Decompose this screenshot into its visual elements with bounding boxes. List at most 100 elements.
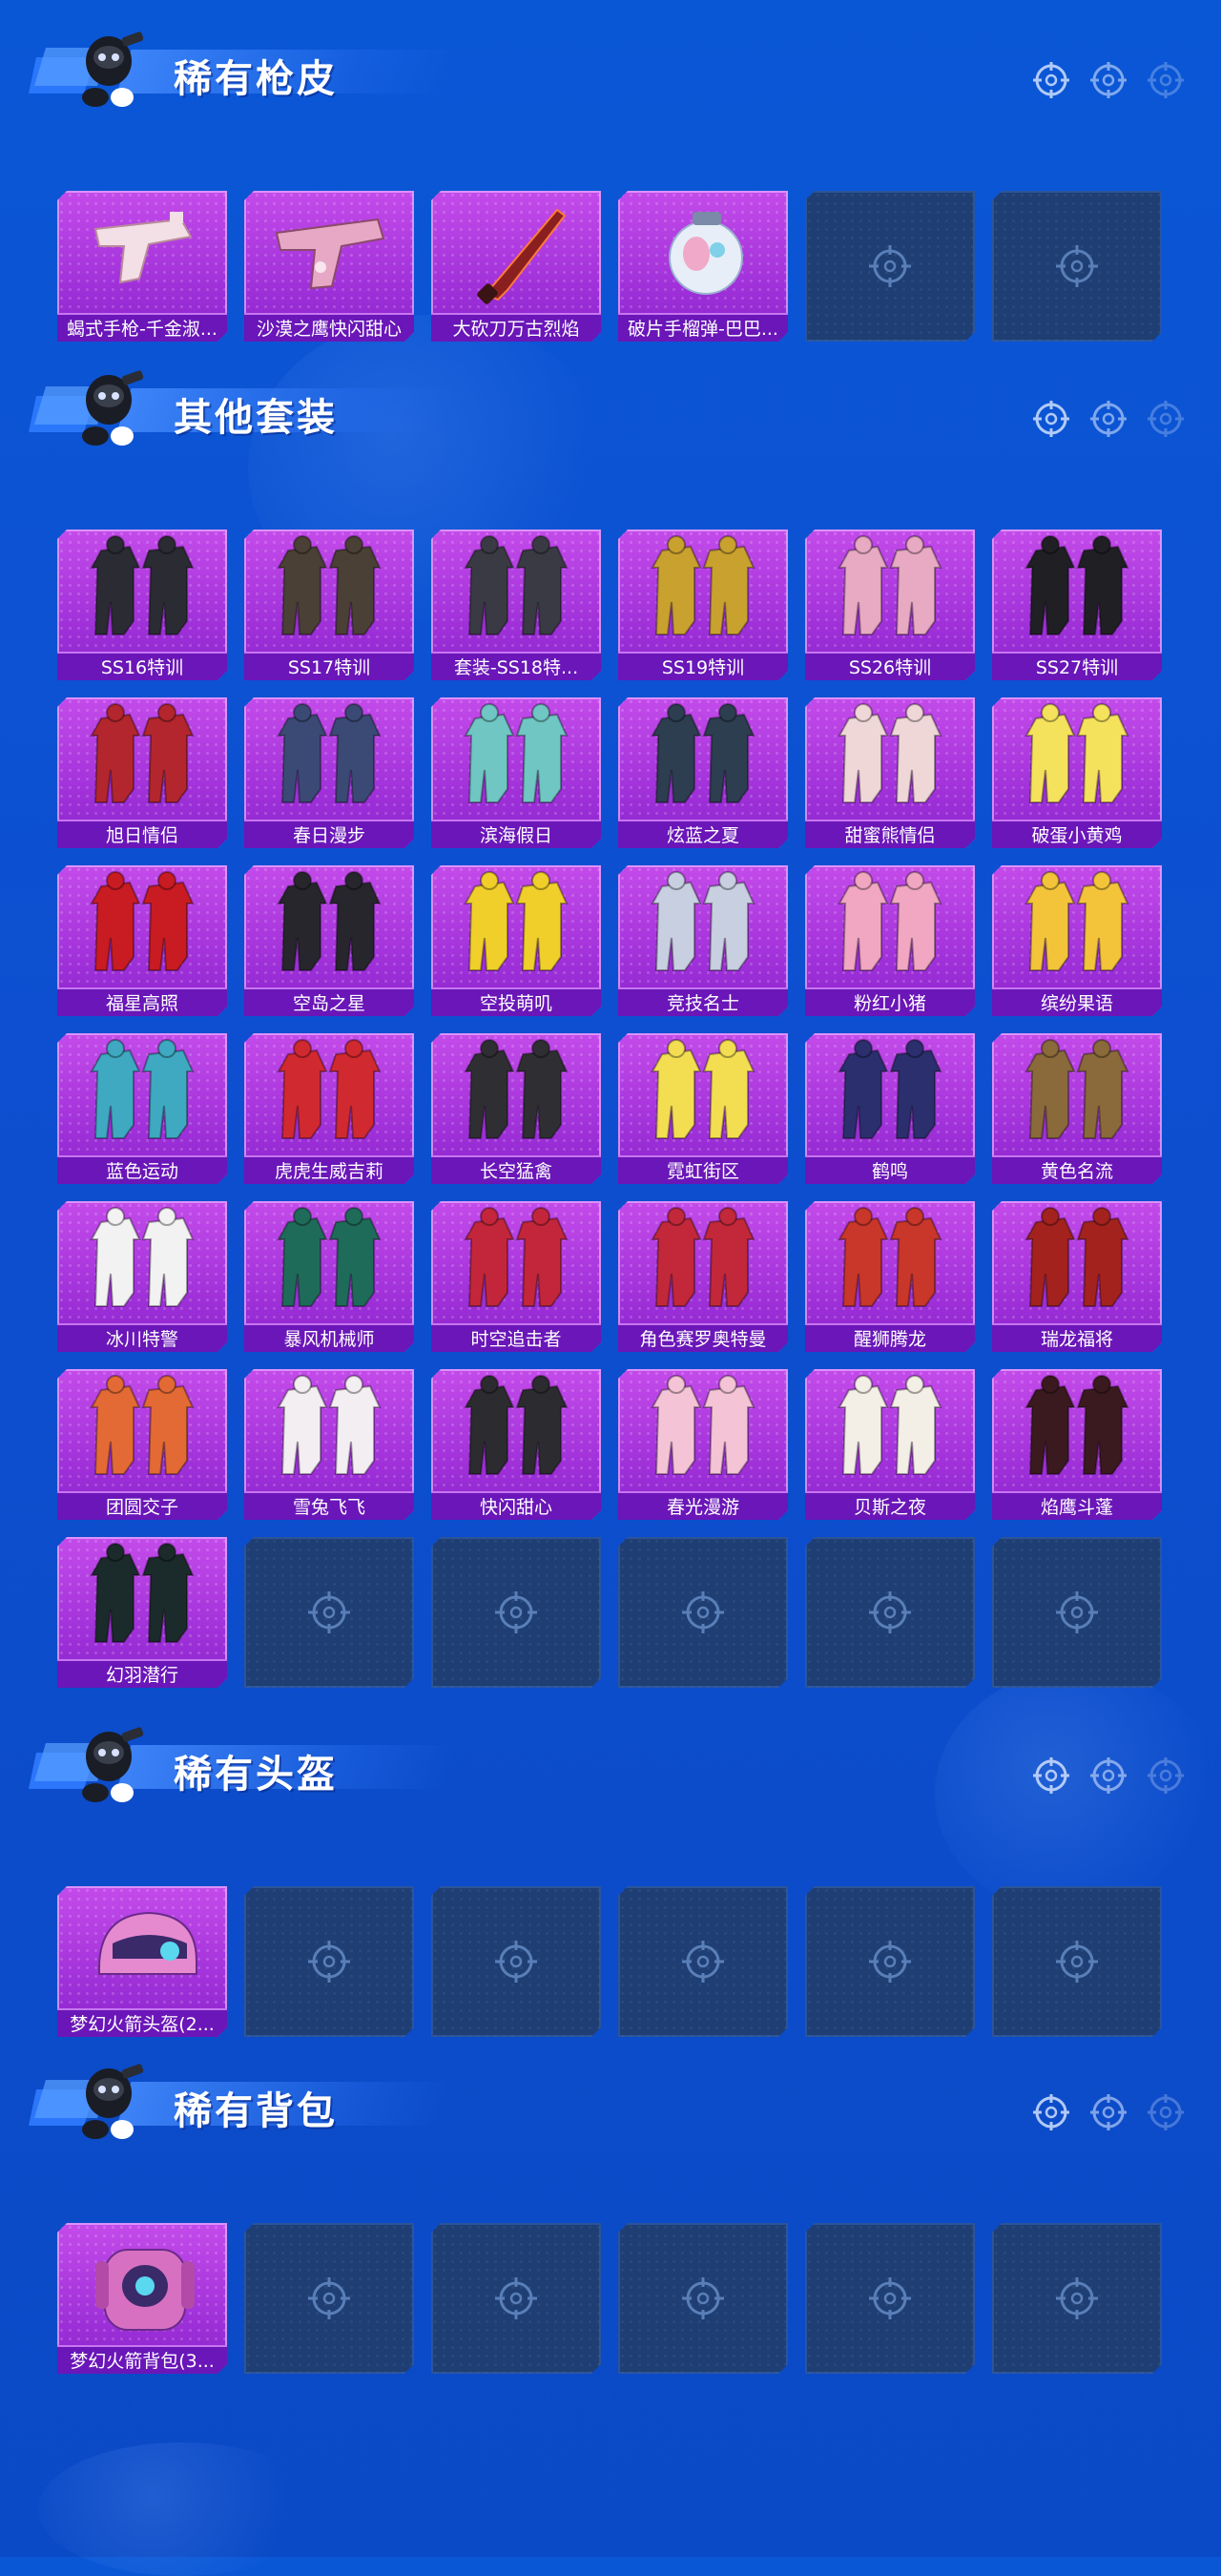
item-card[interactable]: 黄色名流 [992,1033,1162,1184]
item-card[interactable]: 空岛之星 [244,865,414,1016]
outfit-icon [618,1369,788,1489]
crosshair-icon [305,1589,353,1636]
crosshair-icon [679,1938,727,1985]
item-card[interactable]: 缤纷果语 [992,865,1162,1016]
outfit-icon [431,1033,601,1153]
item-label: 大砍刀万古烈焰 [431,313,601,342]
pistol-icon [57,191,227,311]
empty-slot [992,1886,1162,2037]
section-title: 稀有枪皮 [174,57,338,101]
item-card[interactable]: 破片手榴弹-巴巴... [618,191,788,342]
crosshair-icon [1053,1938,1101,1985]
crosshair-icon [1053,242,1101,290]
item-card[interactable]: 蝎式手枪-千金淑... [57,191,227,342]
item-card[interactable]: 醒狮腾龙 [805,1201,975,1352]
item-card[interactable]: 春光漫游 [618,1369,788,1520]
item-card[interactable]: 旭日情侣 [57,697,227,848]
item-card[interactable]: SS16特训 [57,530,227,680]
item-label: SS17特训 [244,652,414,680]
empty-slot [992,191,1162,342]
section-title: 稀有背包 [174,2089,338,2133]
crosshair-icon [1053,1589,1101,1636]
item-card[interactable]: 大砍刀万古烈焰 [431,191,601,342]
item-label: 炫蓝之夏 [618,820,788,848]
section-title: 其他套装 [174,396,338,440]
item-card[interactable]: 角色赛罗奥特曼 [618,1201,788,1352]
crosshair-icon [1053,2275,1101,2322]
item-card[interactable]: 鹤鸣 [805,1033,975,1184]
item-label: 团圆交子 [57,1491,227,1520]
item-card[interactable]: 粉红小猪 [805,865,975,1016]
item-card[interactable]: 长空猛禽 [431,1033,601,1184]
item-card[interactable]: 幻羽潜行 [57,1537,227,1688]
mascot-icon [29,2051,153,2147]
item-card[interactable]: 贝斯之夜 [805,1369,975,1520]
item-card[interactable]: SS17特训 [244,530,414,680]
item-card[interactable]: 梦幻火箭背包(3... [57,2223,227,2374]
mascot-icon [29,1714,153,1810]
outfit-icon [992,1369,1162,1489]
outfit-icon [244,697,414,818]
item-card[interactable]: 梦幻火箭头盔(2... [57,1886,227,2037]
crosshair-decoration-icon [1030,2091,1192,2133]
item-card[interactable]: SS26特训 [805,530,975,680]
outfit-icon [805,1369,975,1489]
item-label: 竞技名士 [618,987,788,1016]
empty-slot [805,1537,975,1688]
item-card[interactable]: 霓虹街区 [618,1033,788,1184]
empty-slot [618,1537,788,1688]
item-card[interactable]: 快闪甜心 [431,1369,601,1520]
item-card[interactable]: 瑞龙福将 [992,1201,1162,1352]
item-label: 长空猛禽 [431,1155,601,1184]
item-card[interactable]: 团圆交子 [57,1369,227,1520]
empty-slot [244,1537,414,1688]
item-label: 虎虎生威吉莉 [244,1155,414,1184]
item-card[interactable]: 冰川特警 [57,1201,227,1352]
item-card[interactable]: 暴风机械师 [244,1201,414,1352]
item-card[interactable]: 炫蓝之夏 [618,697,788,848]
outfit-icon [57,1201,227,1321]
outfit-icon [805,697,975,818]
item-card[interactable]: 雪兔飞飞 [244,1369,414,1520]
item-card[interactable]: 蓝色运动 [57,1033,227,1184]
item-label: 瑞龙福将 [992,1323,1162,1352]
crosshair-icon [492,1938,540,1985]
backpack-icon [57,2223,227,2343]
item-card[interactable]: 滨海假日 [431,697,601,848]
item-label: 福星高照 [57,987,227,1016]
grenade-icon [618,191,788,311]
outfit-icon [431,697,601,818]
outfit-icon [244,1033,414,1153]
item-card[interactable]: SS19特训 [618,530,788,680]
item-label: 霓虹街区 [618,1155,788,1184]
item-card[interactable]: 春日漫步 [244,697,414,848]
outfit-icon [618,697,788,818]
crosshair-icon [679,2275,727,2322]
item-card[interactable]: 甜蜜熊情侣 [805,697,975,848]
item-label: 暴风机械师 [244,1323,414,1352]
item-label: 破片手榴弹-巴巴... [618,313,788,342]
item-card[interactable]: 福星高照 [57,865,227,1016]
item-label: 缤纷果语 [992,987,1162,1016]
item-label: 旭日情侣 [57,820,227,848]
item-label: 幻羽潜行 [57,1659,227,1688]
crosshair-icon [866,2275,914,2322]
item-card[interactable]: 空投萌叽 [431,865,601,1016]
item-card[interactable]: 破蛋小黄鸡 [992,697,1162,848]
outfit-icon [618,530,788,650]
outfit-icon [431,1369,601,1489]
item-label: 黄色名流 [992,1155,1162,1184]
empty-slot [431,1537,601,1688]
outfit-icon [618,865,788,986]
item-card[interactable]: 竞技名士 [618,865,788,1016]
item-label: SS27特训 [992,652,1162,680]
item-card[interactable]: 套装-SS18特... [431,530,601,680]
item-card[interactable]: SS27特训 [992,530,1162,680]
empty-slot [431,2223,601,2374]
item-card[interactable]: 焰鹰斗蓬 [992,1369,1162,1520]
item-label: 蝎式手枪-千金淑... [57,313,227,342]
item-card[interactable]: 沙漠之鹰快闪甜心 [244,191,414,342]
crosshair-decoration-icon [1030,59,1192,101]
item-card[interactable]: 时空追击者 [431,1201,601,1352]
item-card[interactable]: 虎虎生威吉莉 [244,1033,414,1184]
